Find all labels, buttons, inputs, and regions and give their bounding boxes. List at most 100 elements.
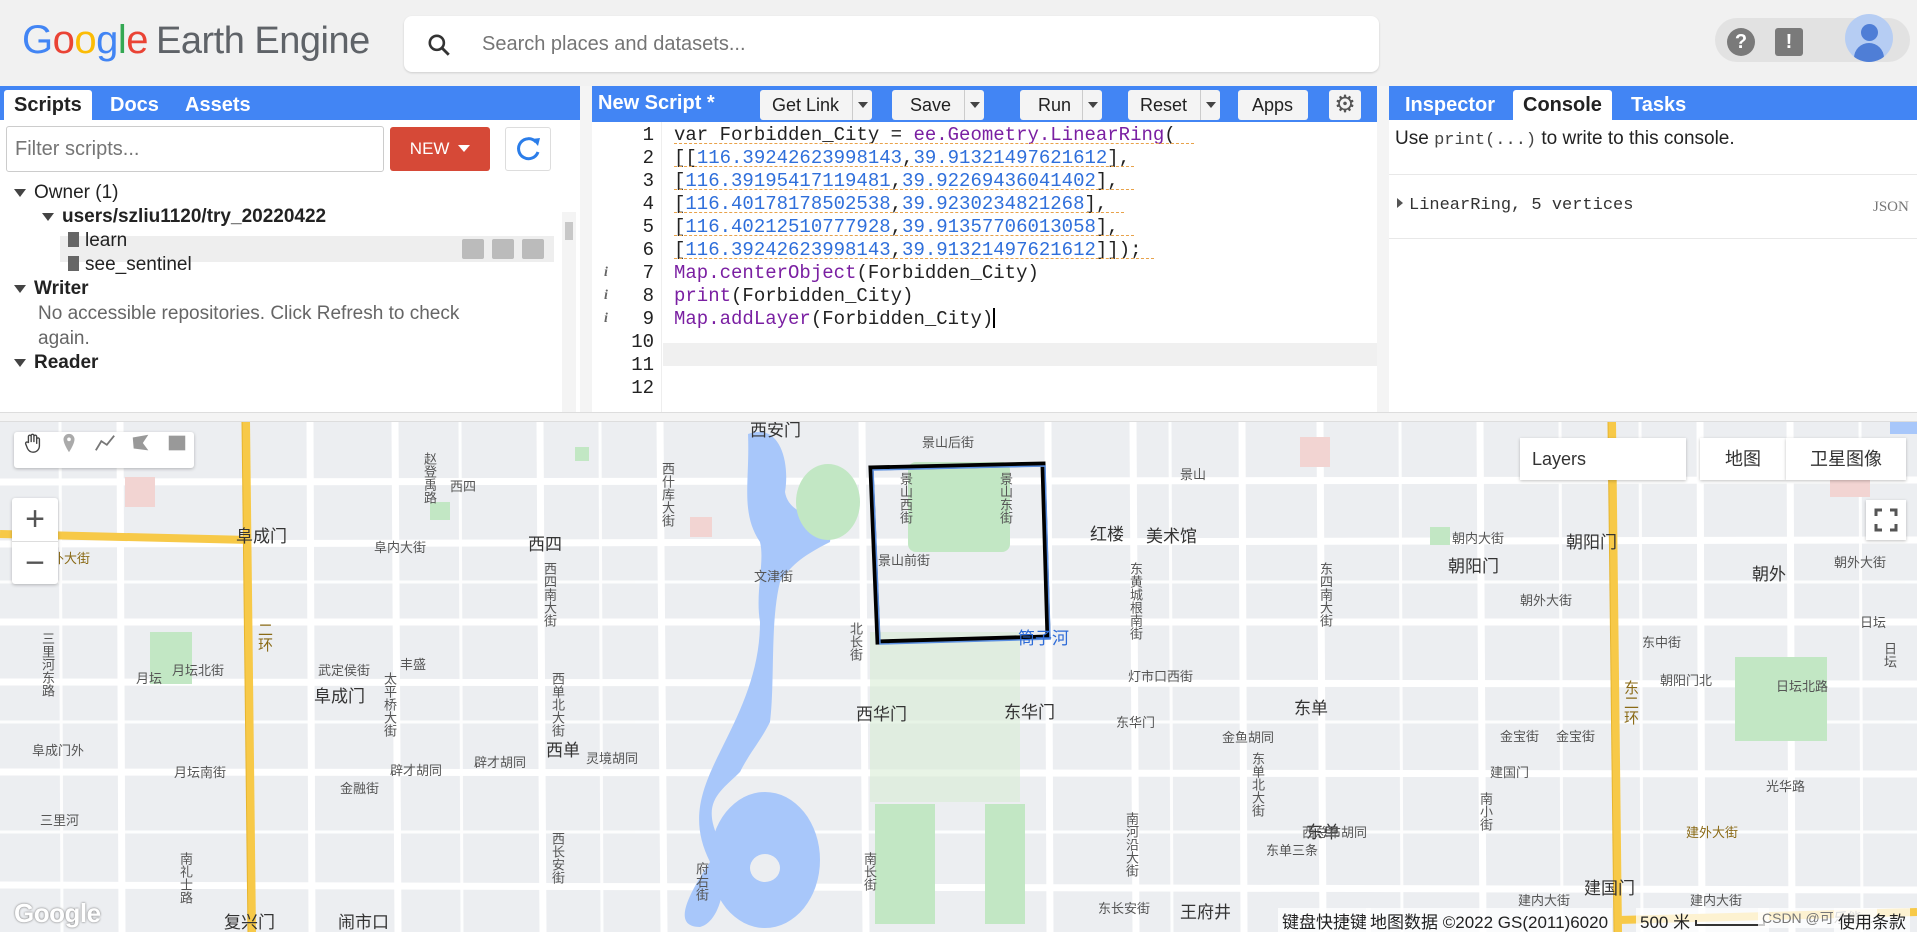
- tree-writer[interactable]: Writer: [14, 278, 89, 300]
- drawing-tools: [14, 432, 194, 468]
- json-link[interactable]: JSON: [1873, 199, 1909, 216]
- left-splitter[interactable]: [580, 86, 592, 412]
- map-label: 二环: [256, 622, 273, 652]
- polygon-icon[interactable]: [130, 432, 152, 454]
- map-label: 西单: [546, 741, 580, 760]
- feedback-icon[interactable]: !: [1775, 28, 1803, 56]
- zoom-out-button[interactable]: −: [12, 541, 58, 584]
- map-label: 朝内大街: [1452, 531, 1505, 546]
- terms-link[interactable]: 使用条款: [1834, 908, 1910, 932]
- search-input[interactable]: [482, 30, 1342, 58]
- map-splitter[interactable]: [0, 412, 1917, 422]
- line-number: 4: [642, 193, 654, 215]
- tree-file-label: learn: [85, 230, 128, 251]
- app-header: GoogleEarth Engine ? !: [0, 0, 1917, 86]
- marker-icon[interactable]: [58, 432, 80, 454]
- delete-icon[interactable]: [522, 239, 544, 259]
- tree-owner[interactable]: Owner (1): [14, 182, 118, 204]
- expand-arrow-icon[interactable]: [1397, 198, 1403, 208]
- map-label: 金融街: [340, 781, 380, 796]
- gear-icon[interactable]: ⚙: [1329, 90, 1361, 120]
- map-label: 复兴门: [224, 913, 275, 932]
- search-box[interactable]: [404, 16, 1379, 72]
- file-icon: [68, 232, 79, 247]
- map-label: 辟才胡同: [390, 763, 443, 778]
- refresh-button[interactable]: [505, 127, 551, 171]
- zoom-in-button[interactable]: +: [12, 498, 58, 541]
- save-button[interactable]: Save: [892, 90, 984, 120]
- new-button[interactable]: NEW: [390, 127, 490, 171]
- save-dropdown[interactable]: [964, 90, 984, 120]
- tree-file-see-sentinel[interactable]: see_sentinel: [68, 254, 192, 276]
- help-icon[interactable]: ?: [1727, 28, 1755, 56]
- edit-icon[interactable]: [492, 239, 514, 259]
- history-icon[interactable]: [462, 239, 484, 259]
- layers-control[interactable]: Layers: [1520, 438, 1686, 480]
- script-title[interactable]: New Script *: [598, 92, 715, 115]
- get-link-button[interactable]: Get Link: [760, 90, 872, 120]
- tree-file-learn[interactable]: learn: [68, 230, 127, 252]
- line-number: 2: [642, 147, 654, 169]
- console-panel: Inspector Console Tasks Use print(...) t…: [1389, 86, 1917, 412]
- map-label: 金宝街: [1500, 729, 1540, 744]
- tab-scripts[interactable]: Scripts: [4, 90, 92, 120]
- tab-console[interactable]: Console: [1513, 90, 1612, 120]
- tab-tasks[interactable]: Tasks: [1621, 90, 1696, 120]
- map-label: 建内大街: [1690, 893, 1743, 908]
- writer-message-2: again.: [38, 328, 90, 349]
- info-icon[interactable]: i: [604, 311, 608, 327]
- map-label: 阜成门: [236, 527, 287, 546]
- app-logo[interactable]: Google Earth Engine: [22, 18, 370, 63]
- run-button[interactable]: Run: [1020, 90, 1102, 120]
- map-label: 西安门: [750, 422, 801, 440]
- map-canvas[interactable]: 西安门 景山后街 阜成门 西四 红楼 美术馆 朝阳门 朝阳门 朝外 文津街 景山…: [0, 422, 1917, 932]
- lint-underline: [674, 189, 1134, 190]
- map-label: 朝外: [1752, 565, 1786, 584]
- line-number: 11: [631, 354, 654, 376]
- avatar[interactable]: [1845, 14, 1893, 62]
- map-type-map-button[interactable]: 地图: [1700, 438, 1786, 480]
- map-label: 朝阳门北: [1660, 673, 1713, 688]
- tab-inspector[interactable]: Inspector: [1395, 90, 1505, 120]
- map-label: 日坛北路: [1776, 679, 1829, 694]
- expand-icon: [42, 212, 54, 221]
- reset-button[interactable]: Reset: [1128, 90, 1220, 120]
- right-tabbar: Inspector Console Tasks: [1389, 86, 1917, 120]
- line-icon[interactable]: [94, 432, 116, 454]
- scrollbar-thumb[interactable]: [565, 222, 573, 240]
- get-link-label: Get Link: [772, 95, 840, 115]
- map-label: 王府井: [1180, 903, 1231, 922]
- tree-reader[interactable]: Reader: [14, 352, 98, 374]
- reset-dropdown[interactable]: [1200, 90, 1220, 120]
- pan-hand-icon[interactable]: [22, 432, 44, 454]
- tree-repo[interactable]: users/szliu1120/try_20220422: [42, 206, 326, 228]
- tab-assets[interactable]: Assets: [175, 90, 261, 120]
- map-label: 东二环: [1622, 680, 1639, 725]
- google-map-logo: Google: [14, 898, 101, 928]
- map-label: 东黄城根南街: [1128, 562, 1143, 640]
- current-line-highlight: [663, 343, 1377, 366]
- map-label: 建国门: [1490, 765, 1530, 780]
- filter-scripts-input[interactable]: [6, 126, 384, 172]
- rectangle-icon[interactable]: [166, 432, 188, 454]
- tab-docs[interactable]: Docs: [100, 90, 169, 120]
- tree-owner-label: Owner (1): [34, 182, 119, 203]
- map-label: 东单: [1294, 699, 1328, 718]
- map-basemap: [0, 422, 1917, 932]
- apps-button[interactable]: Apps: [1238, 90, 1308, 120]
- get-link-dropdown[interactable]: [852, 90, 872, 120]
- run-dropdown[interactable]: [1082, 90, 1102, 120]
- fullscreen-button[interactable]: [1866, 500, 1906, 540]
- map-type-satellite-button[interactable]: 卫星图像: [1786, 438, 1906, 480]
- expand-icon: [14, 284, 26, 293]
- map-label: 景山东街: [998, 472, 1013, 524]
- map-label: 月坛: [136, 671, 163, 686]
- keyboard-shortcuts-link[interactable]: 键盘快捷键: [1278, 908, 1371, 932]
- map-label: 南礼士路: [178, 852, 193, 904]
- right-splitter[interactable]: [1377, 86, 1389, 412]
- code-editor-panel: New Script * Get Link Save Run Reset App…: [592, 86, 1377, 412]
- map-label: 日坛: [1860, 615, 1887, 630]
- console-output-row[interactable]: LinearRing, 5 vertices: [1397, 196, 1633, 215]
- info-icon[interactable]: i: [604, 288, 608, 304]
- info-icon[interactable]: i: [604, 265, 608, 281]
